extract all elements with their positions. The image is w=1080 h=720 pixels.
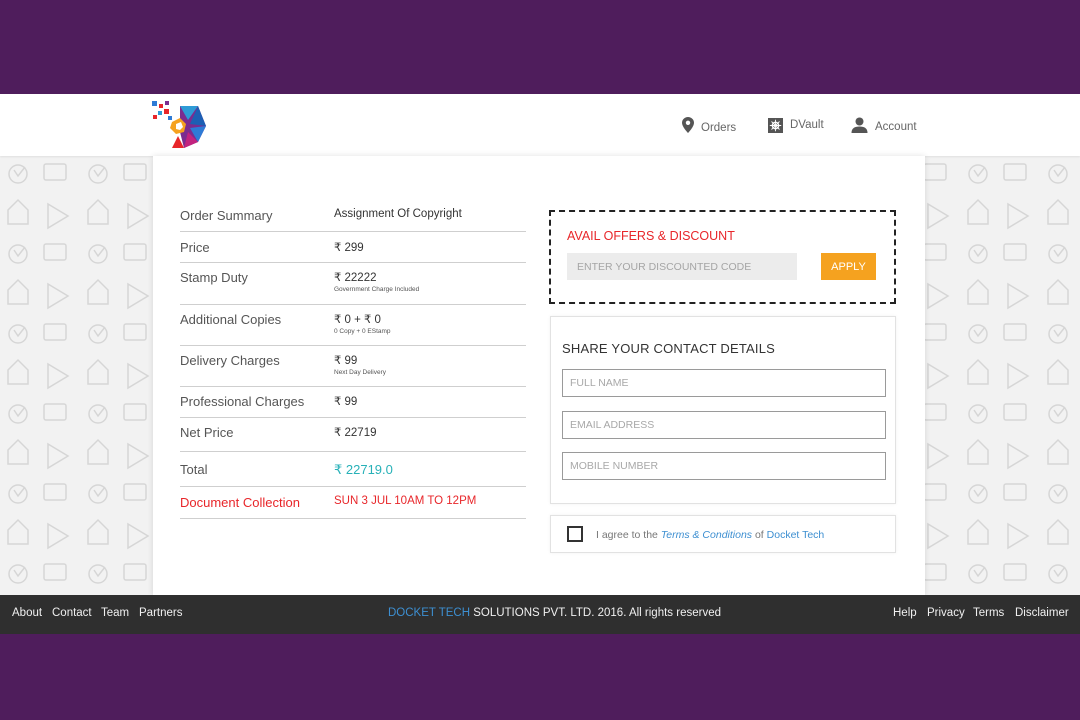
user-icon <box>851 117 868 133</box>
footer: About Contact Team Partners DOCKET TECH … <box>0 595 1080 634</box>
full-name-field[interactable] <box>562 369 886 397</box>
total-value: ₹ 22719.0 <box>334 462 393 477</box>
nav-dvault-label: DVault <box>790 119 824 131</box>
footer-link-team[interactable]: Team <box>101 607 129 619</box>
email-field[interactable] <box>562 411 886 439</box>
stamp-duty-note: Government Charge Included <box>334 286 420 293</box>
apply-button[interactable]: APPLY <box>821 253 876 280</box>
summary-row-document-collection: Document Collection SUN 3 JUL 10AM TO 12… <box>180 487 526 519</box>
summary-row-professional: Professional Charges ₹ 99 <box>180 387 526 418</box>
footer-link-disclaimer[interactable]: Disclaimer <box>1015 607 1069 619</box>
discount-code-input[interactable] <box>567 253 797 280</box>
nav-account-label: Account <box>875 121 917 133</box>
docket-tech-logo[interactable] <box>150 98 210 154</box>
net-price-value: ₹ 22719 <box>334 427 377 439</box>
price-label: Price <box>180 240 210 255</box>
checkout-card: Order Summary Assignment Of Copyright Pr… <box>153 156 925 596</box>
footer-link-privacy[interactable]: Privacy <box>927 607 965 619</box>
nav-orders-label: Orders <box>701 122 737 134</box>
nav-dvault[interactable]: DVault <box>768 94 824 156</box>
price-value: ₹ 299 <box>334 242 364 254</box>
agree-prefix: I agree to the <box>596 529 658 541</box>
order-summary-label: Order Summary <box>180 208 273 223</box>
nav-account[interactable]: Account <box>851 94 917 156</box>
summary-row-header: Order Summary Assignment Of Copyright <box>180 200 526 232</box>
document-collection-value: SUN 3 JUL 10AM TO 12PM <box>334 495 477 507</box>
footer-link-about[interactable]: About <box>12 607 42 619</box>
terms-agreement-box: I agree to the Terms & Conditions of Doc… <box>550 515 896 553</box>
terms-checkbox[interactable] <box>567 526 583 542</box>
additional-copies-label: Additional Copies <box>180 312 282 327</box>
document-type-value: Assignment Of Copyright <box>334 208 462 220</box>
copyright-text: DOCKET TECH SOLUTIONS PVT. LTD. 2016. Al… <box>388 607 721 619</box>
terms-conditions-link[interactable]: Terms & Conditions <box>661 529 752 541</box>
stamp-duty-label: Stamp Duty <box>180 270 248 285</box>
professional-charges-value: ₹ 99 <box>334 396 358 408</box>
delivery-charges-note: Next Day Delivery <box>334 369 387 376</box>
stamp-duty-value: ₹ 22222 <box>334 272 377 284</box>
additional-copies-value: ₹ 0 + ₹ 0 <box>334 314 381 326</box>
footer-link-partners[interactable]: Partners <box>139 607 182 619</box>
document-collection-label: Document Collection <box>180 495 300 510</box>
delivery-charges-label: Delivery Charges <box>180 353 280 368</box>
summary-row-price: Price ₹ 299 <box>180 232 526 263</box>
docket-tech-link[interactable]: Docket Tech <box>767 529 825 541</box>
additional-copies-note: 0 Copy + 0 EStamp <box>334 328 391 335</box>
offers-title: AVAIL OFFERS & DISCOUNT <box>567 229 735 243</box>
app-window: Orders DVault Account Order Summary Assi… <box>0 94 1080 634</box>
summary-row-net-price: Net Price ₹ 22719 <box>180 418 526 452</box>
nav-orders[interactable]: Orders <box>682 94 736 156</box>
order-summary-table: Order Summary Assignment Of Copyright Pr… <box>180 200 526 519</box>
net-price-label: Net Price <box>180 425 234 440</box>
location-pin-icon <box>682 117 694 133</box>
offers-box: AVAIL OFFERS & DISCOUNT APPLY <box>549 210 896 304</box>
summary-row-total: Total ₹ 22719.0 <box>180 452 526 487</box>
summary-row-stamp-duty: Stamp Duty ₹ 22222 Government Charge Inc… <box>180 263 526 305</box>
professional-charges-label: Professional Charges <box>180 394 305 409</box>
total-label: Total <box>180 462 208 477</box>
contact-details-title: SHARE YOUR CONTACT DETAILS <box>562 341 775 356</box>
footer-link-help[interactable]: Help <box>893 607 917 619</box>
copyright-brand: DOCKET TECH <box>388 607 471 619</box>
vault-icon <box>768 117 783 133</box>
footer-link-terms[interactable]: Terms <box>973 607 1004 619</box>
mobile-number-field[interactable] <box>562 452 886 480</box>
agree-of: of <box>754 529 764 541</box>
summary-row-additional-copies: Additional Copies ₹ 0 + ₹ 0 0 Copy + 0 E… <box>180 305 526 346</box>
contact-details-box: SHARE YOUR CONTACT DETAILS <box>550 316 896 504</box>
delivery-charges-value: ₹ 99 <box>334 355 358 367</box>
terms-agreement-text: I agree to the Terms & Conditions of Doc… <box>596 529 824 541</box>
top-navbar: Orders DVault Account <box>0 94 1080 156</box>
copyright-rest: SOLUTIONS PVT. LTD. 2016. All rights res… <box>473 607 721 619</box>
footer-link-contact[interactable]: Contact <box>52 607 92 619</box>
summary-row-delivery: Delivery Charges ₹ 99 Next Day Delivery <box>180 346 526 387</box>
